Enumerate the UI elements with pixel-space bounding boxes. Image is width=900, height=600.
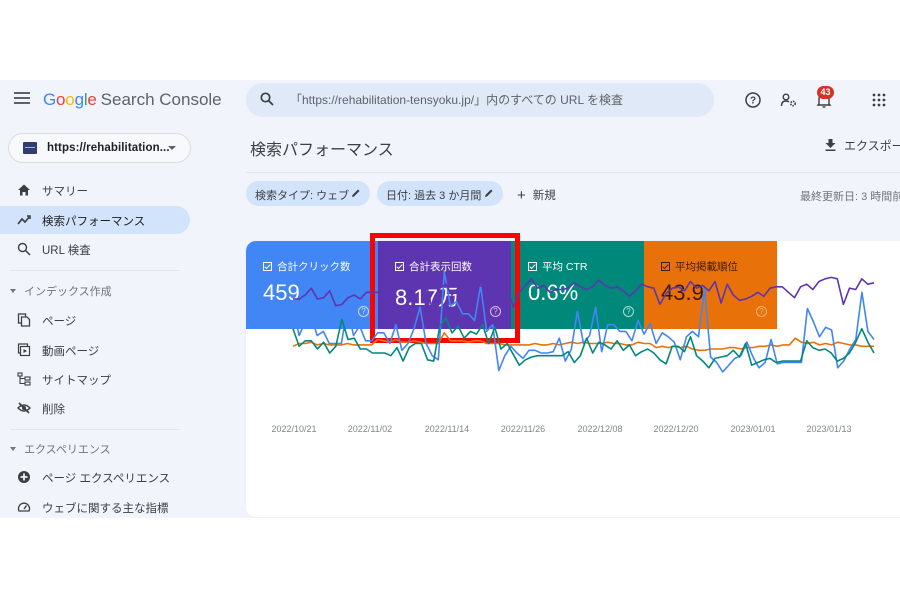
sidebar-item-pages[interactable]: ページ <box>0 306 190 334</box>
series-line-clicks <box>292 271 875 373</box>
last-updated-text: 最終更新日: 3 時間前 <box>800 191 900 203</box>
sidebar-item-page-experience[interactable]: ページ エクスペリエンス <box>0 463 190 491</box>
x-tick-label: 2023/01/13 <box>806 424 851 434</box>
core-web-vitals-icon <box>17 502 31 512</box>
x-tick-label: 2022/11/14 <box>425 424 469 434</box>
help-icon[interactable]: ? <box>744 91 762 109</box>
page-title: 検索パフォーマンス <box>250 142 394 159</box>
brand-letter: o <box>65 90 75 109</box>
x-tick-label: 2022/10/21 <box>271 424 316 434</box>
x-tick-label: 2022/12/20 <box>653 424 698 434</box>
trending-icon <box>17 215 31 225</box>
apps-icon[interactable] <box>870 91 888 109</box>
sidebar-item-summary[interactable]: サマリー <box>0 176 190 204</box>
app-logo[interactable]: Google Search Console <box>43 90 222 110</box>
edit-icon <box>352 189 360 197</box>
section-experience[interactable]: エクスペリエンス <box>10 441 111 457</box>
filter-chip-search-type[interactable]: 検索タイプ: ウェブ <box>246 181 370 206</box>
sidebar-divider <box>10 429 180 430</box>
brand-letter: g <box>74 90 84 109</box>
url-inspect-search-bar[interactable] <box>246 83 714 117</box>
plus-icon: + <box>517 187 526 204</box>
performance-line-chart: 2022/10/21 2022/11/02 2022/11/14 2022/11/26… <box>271 271 875 434</box>
search-icon <box>260 92 274 106</box>
search-icon <box>17 242 31 256</box>
sitemap-icon <box>17 372 31 386</box>
property-url: https://rehabilitation... <box>47 142 170 154</box>
header-divider <box>246 172 900 173</box>
page-experience-icon <box>18 471 30 483</box>
download-icon <box>825 139 836 151</box>
sidebar-item-video-pages[interactable]: 動画ページ <box>0 336 190 364</box>
sidebar-item-sitemaps[interactable]: サイトマップ <box>0 365 190 393</box>
x-tick-label: 2022/12/08 <box>577 424 622 434</box>
chevron-down-icon <box>168 146 176 150</box>
brand-letter: o <box>56 90 66 109</box>
x-tick-label: 2022/11/26 <box>501 424 545 434</box>
top-bar: GoogleSearch Console ? 43 <box>0 80 900 120</box>
property-selector[interactable]: https://rehabilitation... <box>8 133 191 163</box>
google-wordmark: Google <box>43 90 97 109</box>
brand-letter: e <box>87 90 97 109</box>
caret-down-icon <box>10 447 16 451</box>
section-indexing[interactable]: インデックス作成 <box>10 283 112 299</box>
x-tick-label: 2022/11/02 <box>348 424 392 434</box>
pages-icon <box>17 313 31 327</box>
search-input[interactable] <box>290 83 700 117</box>
sidebar-item-search-performance[interactable]: 検索パフォーマンス <box>0 206 190 234</box>
manage-users-icon[interactable] <box>780 91 798 109</box>
notification-count-badge: 43 <box>817 86 834 99</box>
home-icon <box>18 184 30 196</box>
sidebar-item-url-inspection[interactable]: URL 検査 <box>0 235 190 263</box>
property-favicon <box>23 142 37 154</box>
brand-letter: G <box>43 90 57 109</box>
series-line-impressions <box>293 276 875 317</box>
sidebar-item-removals[interactable]: 削除 <box>0 394 190 422</box>
add-filter-button[interactable]: + 新規 <box>517 187 556 204</box>
export-button[interactable]: エクスポー <box>825 137 900 154</box>
edit-icon <box>485 189 493 197</box>
x-tick-label: 2023/01/01 <box>730 424 775 434</box>
product-name: Search Console <box>100 90 222 109</box>
caret-down-icon <box>10 289 16 293</box>
menu-icon[interactable] <box>14 92 30 106</box>
sidebar-divider <box>10 270 180 271</box>
svg-text:?: ? <box>750 96 756 107</box>
sidebar-item-core-web-vitals[interactable]: ウェブに関する主な指標 <box>0 493 190 518</box>
filter-chip-date[interactable]: 日付: 過去 3 か月間 <box>377 181 503 206</box>
video-page-icon <box>17 343 31 357</box>
removal-icon <box>17 402 31 414</box>
